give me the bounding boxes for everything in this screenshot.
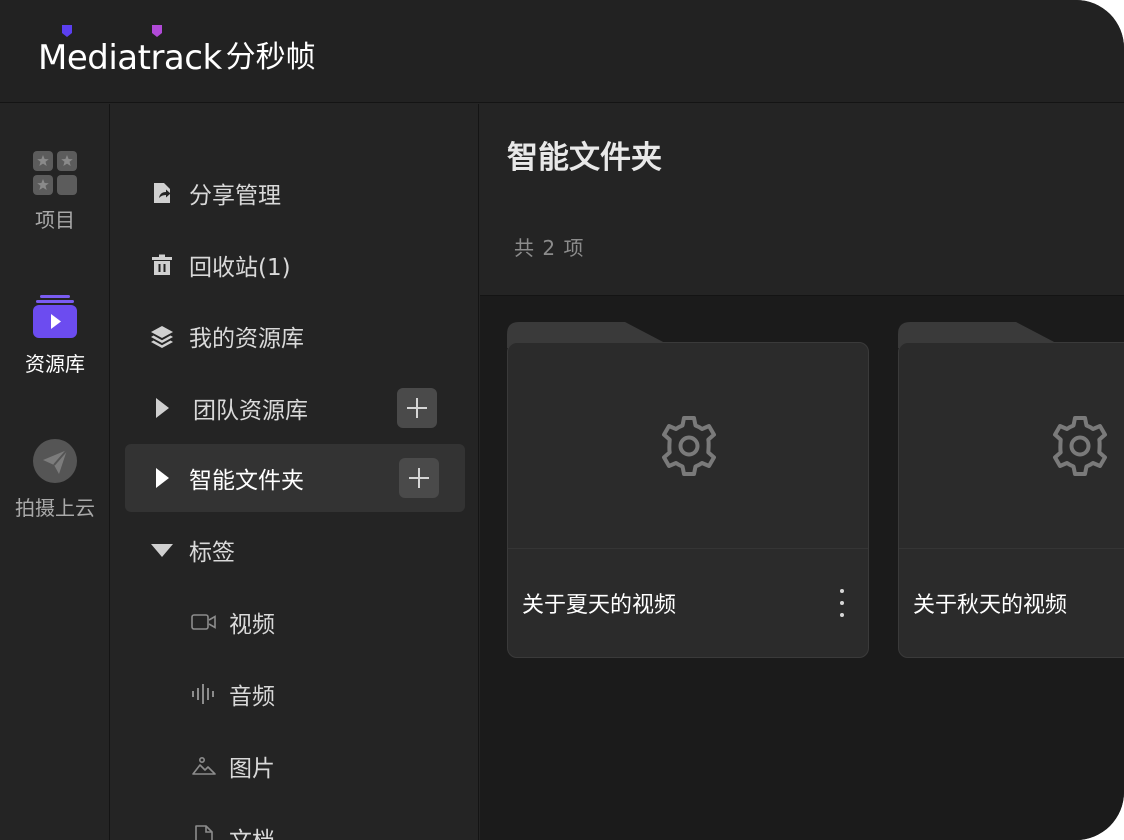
video-icon bbox=[191, 609, 217, 635]
logo-mark-icon bbox=[62, 25, 72, 37]
icon-rail: 项目 资源库 拍摄上云 bbox=[0, 104, 110, 840]
main-content: 智能文件夹 共 2 项 关于夏天的视频 关于秋天的视频 bbox=[480, 104, 1124, 840]
rail-label-camera-to-cloud: 拍摄上云 bbox=[15, 496, 95, 520]
tag-label: 视频 bbox=[229, 612, 275, 638]
logo-wordmark: Mediatrack bbox=[38, 25, 222, 78]
logo-text: Mediatrack bbox=[38, 38, 222, 78]
logo-chinese-text: 分秒帧 bbox=[225, 40, 316, 75]
caret-right-icon[interactable] bbox=[149, 465, 175, 491]
folder-thumbnail bbox=[899, 343, 1124, 548]
folder-thumbnail bbox=[508, 343, 868, 548]
tree-item-label: 回收站(1) bbox=[189, 255, 291, 281]
smart-folder-card[interactable]: 关于秋天的视频 bbox=[898, 322, 1124, 658]
more-options-icon[interactable] bbox=[834, 589, 850, 617]
tree-item-team-library[interactable]: 团队资源库 bbox=[125, 374, 465, 442]
caret-right-icon[interactable] bbox=[149, 395, 175, 421]
folder-name: 关于秋天的视频 bbox=[913, 593, 1068, 618]
document-icon bbox=[191, 825, 217, 840]
rail-label-media-library: 资源库 bbox=[25, 352, 85, 376]
item-count: 共 2 项 bbox=[514, 236, 585, 260]
smart-folder-card[interactable]: 关于夏天的视频 bbox=[507, 322, 869, 658]
tree-item-label: 团队资源库 bbox=[193, 398, 308, 424]
page-title: 智能文件夹 bbox=[507, 140, 662, 176]
gear-icon bbox=[662, 415, 716, 476]
folder-divider bbox=[899, 548, 1124, 549]
navigation-tree: 分享管理 回收站(1) 我的资源库 团队资源库 智能文件夹 标签 视频 音频 图… bbox=[111, 104, 479, 840]
tree-item-label: 分享管理 bbox=[189, 183, 281, 209]
trash-icon bbox=[149, 252, 175, 278]
image-icon bbox=[191, 753, 217, 779]
tree-item-recycle-bin[interactable]: 回收站(1) bbox=[125, 231, 465, 299]
tree-item-label: 标签 bbox=[189, 540, 235, 566]
send-icon bbox=[33, 439, 77, 483]
folder-divider bbox=[508, 548, 868, 549]
media-library-icon bbox=[33, 295, 77, 338]
tree-item-tags[interactable]: 标签 bbox=[125, 516, 465, 584]
grid-icon bbox=[33, 151, 77, 195]
gear-icon bbox=[1053, 415, 1107, 476]
add-team-library-button[interactable] bbox=[397, 388, 437, 428]
caret-down-icon[interactable] bbox=[149, 537, 175, 563]
plus-icon bbox=[407, 398, 427, 418]
rail-item-camera-to-cloud[interactable]: 拍摄上云 bbox=[0, 438, 110, 521]
content-header: 智能文件夹 共 2 项 bbox=[480, 104, 1124, 296]
folder-body: 关于秋天的视频 bbox=[898, 342, 1124, 658]
logo[interactable]: Mediatrack 分秒帧 bbox=[38, 25, 316, 78]
tag-item-video[interactable]: 视频 bbox=[191, 602, 275, 642]
add-smart-folder-button[interactable] bbox=[399, 458, 439, 498]
folder-name: 关于夏天的视频 bbox=[522, 593, 677, 618]
tag-item-document[interactable]: 文档 bbox=[191, 818, 275, 840]
tag-label: 文档 bbox=[229, 821, 275, 840]
rail-label-projects: 项目 bbox=[35, 208, 75, 232]
tree-item-label: 我的资源库 bbox=[189, 326, 304, 352]
tree-item-smart-folders[interactable]: 智能文件夹 bbox=[125, 444, 465, 512]
rail-item-media-library[interactable]: 资源库 bbox=[0, 294, 110, 377]
layers-icon bbox=[149, 323, 175, 349]
folder-body: 关于夏天的视频 bbox=[507, 342, 869, 658]
tree-item-label: 智能文件夹 bbox=[189, 468, 304, 494]
plus-icon bbox=[409, 468, 429, 488]
tag-label: 图片 bbox=[229, 756, 275, 782]
tree-item-my-library[interactable]: 我的资源库 bbox=[125, 302, 465, 370]
tag-label: 音频 bbox=[229, 684, 275, 710]
logo-mark-icon bbox=[152, 25, 162, 37]
tag-item-image[interactable]: 图片 bbox=[191, 746, 275, 786]
top-header: Mediatrack 分秒帧 bbox=[0, 0, 1124, 103]
app-window: Mediatrack 分秒帧 项目 资源库 拍摄上云 分享管理 回收站(1) 我… bbox=[0, 0, 1124, 840]
tag-item-audio[interactable]: 音频 bbox=[191, 674, 275, 714]
tree-item-share-management[interactable]: 分享管理 bbox=[125, 159, 465, 227]
rail-item-projects[interactable]: 项目 bbox=[0, 150, 110, 233]
audio-wave-icon bbox=[191, 681, 217, 707]
share-file-icon bbox=[149, 180, 175, 206]
